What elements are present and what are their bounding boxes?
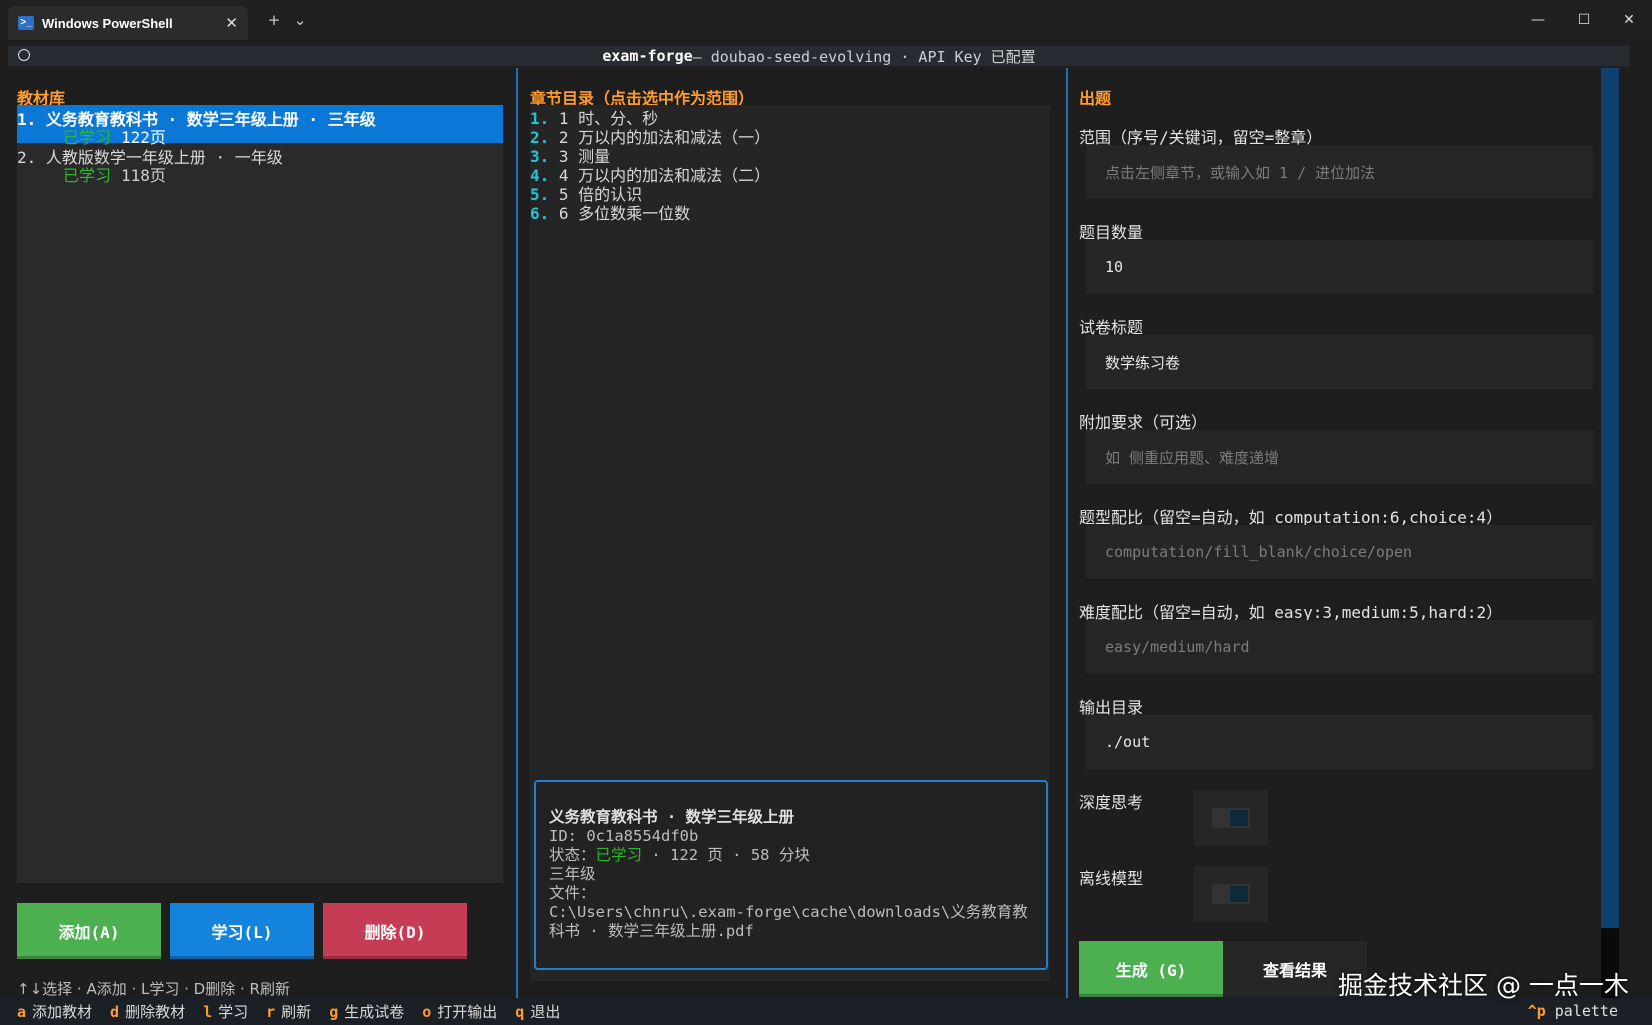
book-info-card: 义务教育教科书 · 数学三年级上册 ID: 0c1a8554df0b 状态：已学…: [534, 780, 1048, 970]
info-file-path: C:\Users\chnru\.exam-forge\cache\downloa…: [549, 903, 1028, 940]
book-item-1[interactable]: 1. 义务教育教科书 · 数学三年级上册 · 三年级 已学习 122页: [17, 105, 503, 147]
tab-close-icon[interactable]: ✕: [225, 14, 238, 32]
new-tab-button[interactable]: +: [262, 8, 286, 32]
form-title: 出题: [1079, 89, 1112, 108]
extra-input[interactable]: 如 侧重应用题、难度递增: [1086, 430, 1593, 484]
minimize-button[interactable]: —: [1515, 6, 1561, 34]
chapter-num: 6.: [530, 204, 550, 223]
palette-key: ^p: [1527, 1002, 1546, 1020]
type-ratio-input[interactable]: computation/fill_blank/choice/open: [1086, 525, 1593, 579]
tab-powershell[interactable]: >_ Windows PowerShell ✕: [8, 6, 248, 40]
app-header: exam-forge — doubao-seed-evolving · API …: [8, 46, 1630, 66]
generate-button[interactable]: 生成 (G): [1079, 941, 1223, 997]
chapter-text: 6 多位数乘一位数: [558, 204, 691, 223]
book-item-2[interactable]: 2. 人教版数学一年级上册 · 一年级 已学习 118页: [17, 143, 503, 185]
footer-item[interactable]: l 学习: [203, 1001, 248, 1022]
deep-think-label: 深度思考: [1079, 793, 1144, 812]
delete-book-button[interactable]: 删除(D): [323, 903, 467, 959]
footer-bar: a 添加教材 d 删除教材 l 学习 r 刷新 g 生成试卷 o 打开输出 q 退出: [0, 998, 1652, 1025]
maximize-button[interactable]: ☐: [1561, 6, 1607, 34]
learn-button[interactable]: 学习(L): [170, 903, 314, 959]
scope-input[interactable]: 点击左侧章节，或输入如 1 / 进位加法: [1086, 145, 1593, 199]
panel-divider: [1066, 68, 1068, 998]
footer-item[interactable]: a 添加教材: [17, 1001, 92, 1022]
key-hints: ↑↓选择 · A添加 · L学习 · D删除 · R刷新: [17, 980, 290, 998]
count-input[interactable]: 10: [1086, 240, 1593, 294]
book-status: 已学习: [63, 166, 112, 185]
chevron-down-icon[interactable]: ⌄: [288, 8, 312, 32]
book-list[interactable]: 1. 义务教育教科书 · 数学三年级上册 · 三年级 已学习 122页 2. 人教…: [17, 105, 503, 883]
footer-item[interactable]: d 删除教材: [110, 1001, 185, 1022]
info-grade: 三年级: [549, 865, 596, 883]
info-title: 义务教育教科书 · 数学三年级上册: [549, 808, 794, 826]
palette-label: palette: [1554, 1002, 1618, 1020]
info-status-rest: · 122 页 · 58 分块: [642, 846, 810, 864]
footer-item[interactable]: q 退出: [515, 1001, 560, 1022]
add-book-button[interactable]: 添加(A): [17, 903, 161, 959]
book-pages: 118页: [121, 166, 166, 185]
close-window-button[interactable]: ✕: [1606, 6, 1652, 34]
info-status-label: 状态：: [549, 846, 596, 864]
difficulty-input[interactable]: easy/medium/hard: [1086, 620, 1593, 674]
panel-divider: [516, 68, 518, 998]
offline-label: 离线模型: [1079, 869, 1144, 888]
paper-title-input[interactable]: 数学练习卷: [1086, 335, 1593, 389]
offline-toggle[interactable]: [1194, 866, 1268, 922]
app-name: exam-forge: [602, 47, 693, 65]
chapter-item[interactable]: 6. 6 多位数乘一位数: [530, 200, 690, 224]
info-file-label: 文件：: [549, 884, 596, 902]
footer-item[interactable]: g 生成试卷: [329, 1001, 404, 1022]
powershell-icon: >_: [18, 16, 34, 30]
info-id: ID: 0c1a8554df0b: [549, 827, 699, 845]
output-input[interactable]: ./out: [1086, 715, 1593, 769]
circle-icon[interactable]: [18, 49, 30, 61]
tab-title: Windows PowerShell: [42, 15, 173, 31]
footer-item[interactable]: o 打开输出: [422, 1001, 497, 1022]
footer-item[interactable]: r 刷新: [266, 1001, 311, 1022]
watermark: 掘金技术社区 @ 一点一木: [1338, 971, 1629, 1000]
info-status-value: 已学习: [595, 846, 643, 864]
scrollbar[interactable]: [1601, 68, 1619, 928]
deep-think-toggle[interactable]: [1194, 790, 1268, 846]
info-status-line: 状态：已学习 · 122 页 · 58 分块: [549, 846, 1033, 865]
app-header-subtitle: — doubao-seed-evolving · API Key 已配置: [692, 47, 1036, 66]
palette-hint[interactable]: ^p palette: [1528, 1002, 1618, 1020]
